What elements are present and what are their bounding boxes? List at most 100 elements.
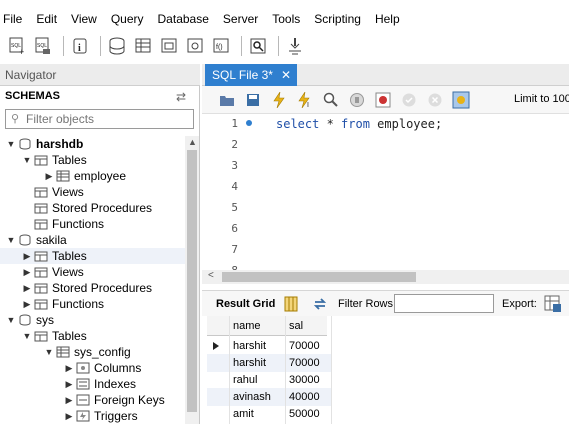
cell-name[interactable]: harshit [229,354,285,372]
cell-sal[interactable]: 40000 [285,388,331,406]
new-sql-tab-icon[interactable]: SQL + [6,35,28,57]
create-function-icon[interactable]: f() [210,35,232,57]
menu-query[interactable]: Query [104,8,151,30]
expanded-arrow-icon[interactable]: ▼ [44,344,54,360]
tree-item-harshdb[interactable]: ▼ harshdb [0,136,185,152]
tree-item-functions[interactable]: Functions [0,216,185,232]
save-icon[interactable] [244,91,262,109]
stop-icon[interactable] [348,91,366,109]
commit-icon[interactable] [400,91,418,109]
table-row[interactable]: harshit 70000 [207,337,331,355]
navigator-scrollbar[interactable]: ▲ [185,136,199,424]
tree-item-tables[interactable]: ▼ Tables [0,152,185,168]
scrollbar-thumb[interactable] [187,150,197,412]
table-row[interactable]: rahul 30000 [207,371,331,389]
collapsed-arrow-icon[interactable]: ▶ [64,392,74,408]
cell-name[interactable]: amit [229,405,285,423]
cell-sal[interactable]: 70000 [285,354,331,372]
table-row[interactable]: amit 50000 [207,405,331,423]
menu-scripting[interactable]: Scripting [307,8,368,30]
filter-rows-input[interactable] [394,294,494,313]
collapsed-arrow-icon[interactable]: ▶ [22,248,32,264]
column-header-sal[interactable]: sal [285,317,331,335]
refresh-results-icon[interactable] [312,296,328,315]
tree-item-sys_config[interactable]: ▼ sys_config [0,344,185,360]
info-icon[interactable]: i [69,35,91,57]
cell-sal[interactable]: 50000 [285,405,331,423]
export-icon[interactable] [544,295,562,316]
create-schema-icon[interactable] [106,35,128,57]
collapsed-arrow-icon[interactable]: ▶ [64,408,74,424]
close-icon[interactable]: ✕ [281,64,291,86]
reconnect-icon[interactable] [284,35,306,57]
cell-name[interactable]: harshit [229,337,285,355]
collapsed-arrow-icon[interactable]: ▶ [22,264,32,280]
menu-help[interactable]: Help [368,8,407,30]
tree-item-views[interactable]: Views [0,184,185,200]
tree-item-tables[interactable]: ▼ Tables [0,328,185,344]
cell-name[interactable]: avinash [229,388,285,406]
form-editor-icon[interactable] [284,296,298,315]
refresh-icon[interactable]: ⇄ [176,90,186,104]
scrollbar-thumb[interactable] [222,272,416,282]
tree-item-stored-procedures[interactable]: Stored Procedures [0,200,185,216]
tree-item-views[interactable]: ▶ Views [0,264,185,280]
expanded-arrow-icon[interactable]: ▼ [6,232,16,248]
execute-icon[interactable] [270,91,288,109]
create-table-icon[interactable] [132,35,154,57]
tree-item-stored-procedures[interactable]: ▶ Stored Procedures [0,280,185,296]
database-icon [18,234,32,246]
cell-sal[interactable]: 30000 [285,371,331,389]
tree-item-triggers[interactable]: ▶ Triggers [0,408,185,424]
open-sql-file-icon[interactable]: SQL [32,35,54,57]
tree-item-foreign-keys[interactable]: ▶ Foreign Keys [0,392,185,408]
cell-name[interactable]: rahul [229,371,285,389]
execute-current-icon[interactable]: I [296,91,314,109]
tree-item-functions[interactable]: ▶ Functions [0,296,185,312]
tree-item-tables[interactable]: ▶ Tables [0,248,185,264]
menu-edit[interactable]: Edit [29,8,64,30]
create-view-icon[interactable] [158,35,180,57]
table-row[interactable]: harshit 70000 [207,354,331,372]
menu-server[interactable]: Server [216,8,265,30]
filter-objects-field[interactable]: ⚲ [5,109,194,129]
expanded-arrow-icon[interactable]: ▼ [6,136,16,152]
collapsed-arrow-icon[interactable]: ▶ [44,168,54,184]
menu-view[interactable]: View [64,8,104,30]
expanded-arrow-icon[interactable]: ▼ [6,312,16,328]
collapsed-arrow-icon[interactable]: ▶ [64,376,74,392]
limit-rows-select[interactable]: Limit to 100 [514,93,569,105]
table-row[interactable]: avinash 40000 [207,388,331,406]
expanded-arrow-icon[interactable]: ▼ [22,152,32,168]
code-line[interactable]: select * from employee; [276,117,442,131]
menu-database[interactable]: Database [151,8,216,30]
result-grid-label[interactable]: Result Grid [216,298,275,310]
tree-item-sys[interactable]: ▼ sys [0,312,185,328]
explain-icon[interactable] [322,91,340,109]
scroll-up-icon[interactable]: ▲ [188,137,197,147]
tab-sql-file[interactable]: SQL File 3* ✕ [205,64,297,86]
tree-item-indexes[interactable]: ▶ Indexes [0,376,185,392]
collapsed-arrow-icon[interactable]: ▶ [22,296,32,312]
create-procedure-icon[interactable] [184,35,206,57]
result-grid[interactable]: name sal harshit 70000 harshit 70000 rah… [207,316,569,424]
tree-item-columns[interactable]: ▶ Columns [0,360,185,376]
toggle-error-icon[interactable] [374,91,392,109]
menu-tools[interactable]: Tools [265,8,307,30]
scroll-left-icon[interactable]: < [208,270,214,281]
sql-editor[interactable]: 1 2 3 4 5 6 7 8 select * from employee; [202,114,569,270]
editor-horizontal-scrollbar[interactable]: < [202,270,569,284]
expanded-arrow-icon[interactable]: ▼ [22,328,32,344]
tree-item-sakila[interactable]: ▼ sakila [0,232,185,248]
collapsed-arrow-icon[interactable]: ▶ [64,360,74,376]
tree-item-employee[interactable]: ▶ employee [0,168,185,184]
menu-file[interactable]: File [0,8,29,30]
filter-objects-input[interactable] [26,111,186,127]
cell-sal[interactable]: 70000 [285,337,331,355]
collapsed-arrow-icon[interactable]: ▶ [22,280,32,296]
search-table-data-icon[interactable] [247,35,269,57]
rollback-icon[interactable] [426,91,444,109]
open-folder-icon[interactable] [218,91,236,109]
autocommit-icon[interactable] [452,91,470,109]
column-header-name[interactable]: name [229,317,285,335]
